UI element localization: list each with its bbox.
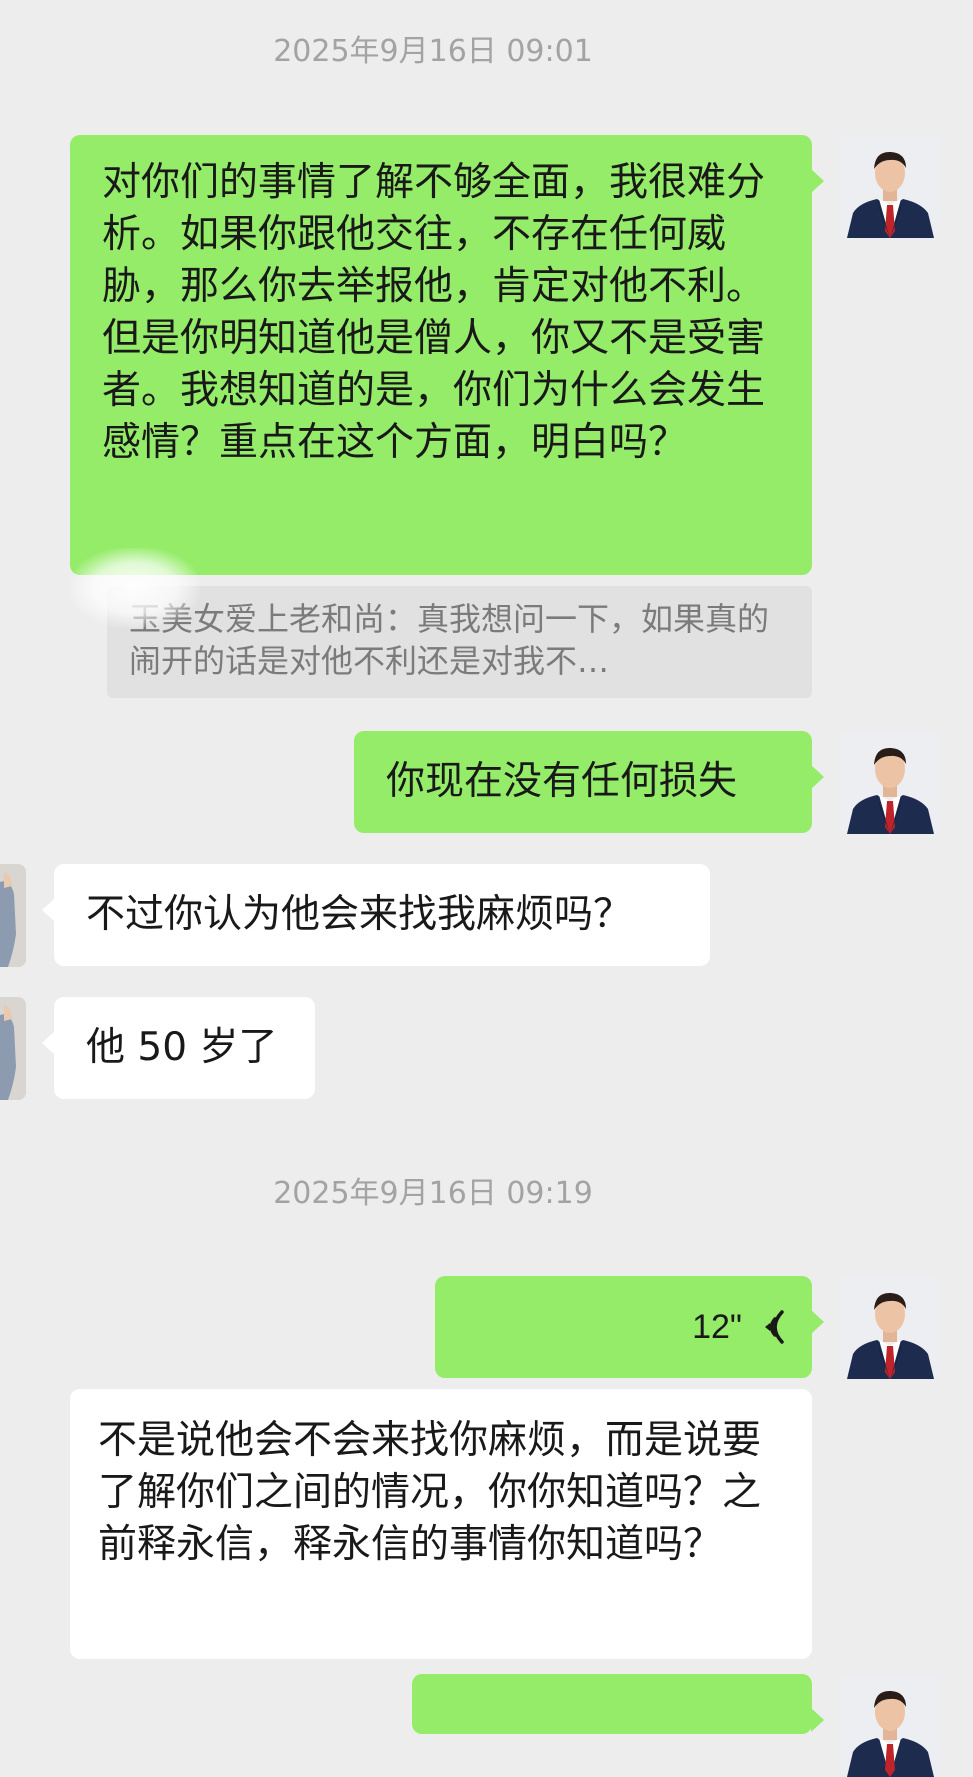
avatar[interactable] <box>839 1674 942 1777</box>
woman-photo-avatar-icon <box>0 864 26 967</box>
message-bubble-sent[interactable]: 你现在没有任何损失 <box>354 731 824 833</box>
man-in-suit-avatar-icon <box>839 1276 942 1379</box>
quote-text: 玉美女爱上老和尚：真我想问一下，如果真的闹开的话是对他不利还是对我不… <box>129 600 770 680</box>
message-bubble-received[interactable]: 不是说他会不会来找你麻烦，而是说要了解你们之间的情况，你你知道吗？之前释永信，释… <box>70 1389 812 1659</box>
message-text: 他 50 岁了 <box>86 1025 278 1070</box>
voice-duration: 12" <box>692 1308 742 1346</box>
message-bubble-received[interactable]: 他 50 岁了 <box>42 997 315 1099</box>
message-text: 不是说他会不会来找你麻烦，而是说要了解你们之间的情况，你你知道吗？之前释永信，释… <box>98 1418 762 1567</box>
redaction-smudge <box>70 548 200 628</box>
message-text: 你现在没有任何损失 <box>386 759 738 804</box>
timestamp: 2025年9月16日 09:01 <box>273 34 593 69</box>
avatar[interactable] <box>839 731 942 834</box>
voice-message-bubble[interactable]: 12" <box>435 1276 824 1378</box>
avatar[interactable] <box>839 135 942 238</box>
quoted-message[interactable]: 玉美女爱上老和尚：真我想问一下，如果真的闹开的话是对他不利还是对我不… <box>107 586 812 698</box>
man-in-suit-avatar-icon <box>839 1674 942 1777</box>
voice-wave-icon <box>765 1310 784 1344</box>
message-text: 不过你认为他会来找我麻烦吗？ <box>86 892 633 937</box>
woman-photo-avatar-icon <box>0 997 26 1100</box>
man-in-suit-avatar-icon <box>839 731 942 834</box>
man-in-suit-avatar-icon <box>839 135 942 238</box>
message-text: 对你们的事情了解不够全面，我很难分析。如果你跟他交往，不存在任何威胁，那么你去举… <box>102 160 766 465</box>
timestamp: 2025年9月16日 09:19 <box>273 1176 593 1211</box>
avatar[interactable] <box>0 997 26 1100</box>
avatar[interactable] <box>839 1276 942 1379</box>
message-bubble-sent-partial[interactable] <box>412 1674 824 1734</box>
message-bubble-received[interactable]: 不过你认为他会来找我麻烦吗？ <box>42 864 710 966</box>
message-bubble-sent[interactable]: 对你们的事情了解不够全面，我很难分析。如果你跟他交往，不存在任何威胁，那么你去举… <box>70 135 824 575</box>
avatar[interactable] <box>0 864 26 967</box>
